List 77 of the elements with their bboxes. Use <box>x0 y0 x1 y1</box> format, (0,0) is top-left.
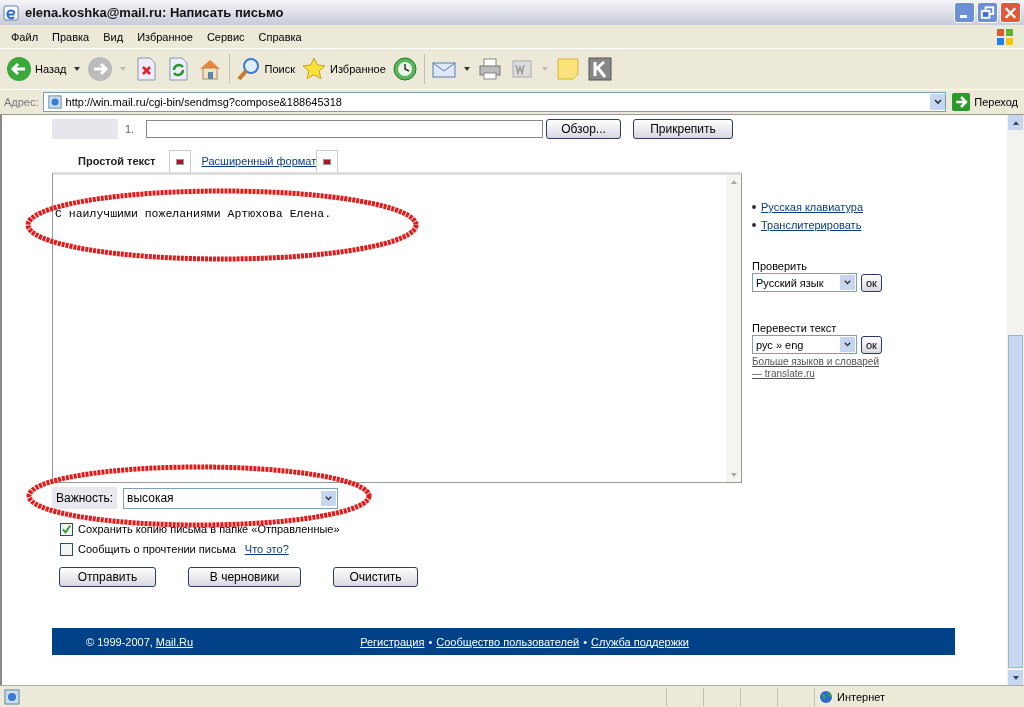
toggle-icon[interactable] <box>316 150 339 172</box>
brand-link[interactable]: Mail.Ru <box>155 635 194 648</box>
history-clock-icon[interactable] <box>391 56 418 82</box>
language-select[interactable]: Русский язык <box>752 273 857 292</box>
label-background <box>52 119 118 139</box>
footer-link[interactable]: Сообщество пользователей <box>436 635 580 648</box>
globe-icon <box>819 689 833 704</box>
address-field[interactable]: http://win.mail.ru/cgi-bin/sendmsg?compose&188645318 <box>42 92 947 112</box>
toggle-icon[interactable] <box>169 150 192 172</box>
windows-logo-icon <box>994 26 1016 47</box>
checkbox[interactable] <box>60 542 73 556</box>
separator-dot: • <box>428 635 433 648</box>
attachment-number: 1. <box>125 123 136 135</box>
menu-item[interactable]: Файл <box>4 28 46 45</box>
down-arrow-icon <box>1011 673 1020 682</box>
address-label: Адрес: <box>4 96 39 108</box>
scroll-down-button[interactable] <box>1008 670 1023 685</box>
more-languages-link[interactable]: Больше языков и словарей — translate.ru <box>752 356 887 380</box>
importance-label: Важность: <box>52 487 118 509</box>
help-link[interactable]: Что это? <box>244 543 289 555</box>
browse-button[interactable]: Обзор... <box>546 119 621 139</box>
caret-icon[interactable] <box>72 65 81 73</box>
message-text: С наилучшими пожеланиями Артюхова Елена. <box>55 207 332 220</box>
ok-button[interactable]: ок <box>861 335 882 354</box>
spellcheck-label: Проверить <box>752 260 808 272</box>
star-icon <box>301 56 327 82</box>
caret-icon[interactable] <box>462 65 471 73</box>
close-button[interactable] <box>1000 2 1021 23</box>
zone-label: Интернет <box>837 690 885 703</box>
restore-button[interactable] <box>977 2 998 23</box>
translation-select[interactable]: рус » eng <box>752 335 857 354</box>
bullet-icon <box>752 223 756 227</box>
footer-link[interactable]: Служба поддержки <box>591 635 689 648</box>
favorites-button[interactable]: Избранное <box>301 56 386 82</box>
footer-link[interactable]: Регистрация <box>360 635 425 648</box>
format-tab[interactable]: Расширенный формат <box>201 155 317 167</box>
importance-select[interactable]: высокая <box>123 487 339 509</box>
go-arrow-icon <box>952 93 971 111</box>
menu-item[interactable]: Вид <box>96 28 131 45</box>
action-button[interactable]: В черновики <box>188 567 301 587</box>
search-icon <box>235 56 262 82</box>
checkbox[interactable] <box>60 522 73 536</box>
page-icon <box>4 688 20 705</box>
option-label: Сообщить о прочтении письма <box>78 543 236 555</box>
copyright-text: © 1999-2007, <box>86 635 153 648</box>
translate-label: Перевести текст <box>752 322 838 334</box>
scroll-down-arrow-icon[interactable] <box>729 471 738 479</box>
action-button[interactable]: Отправить <box>59 567 156 587</box>
printer-icon[interactable] <box>476 56 503 82</box>
page-scrollbar[interactable] <box>1007 115 1024 685</box>
side-link[interactable]: Русская клавиатура <box>761 201 863 213</box>
side-link[interactable]: Транслитерировать <box>761 219 862 231</box>
back-button[interactable]: Назад <box>6 56 67 82</box>
separator-dot: • <box>583 635 588 648</box>
minimize-icon <box>959 15 967 18</box>
ok-button[interactable]: ок <box>861 273 882 292</box>
menu-item[interactable]: Избранное <box>130 28 200 45</box>
menu-item[interactable]: Правка <box>45 28 97 45</box>
go-button[interactable]: Переход <box>950 93 1020 111</box>
menu-item[interactable]: Сервис <box>199 28 252 45</box>
menu-item[interactable]: Справка <box>251 28 309 45</box>
window-title: elena.koshka@mail.ru: Написать письмо <box>25 5 284 20</box>
scroll-up-arrow-icon[interactable] <box>729 178 738 186</box>
scroll-up-button[interactable] <box>1008 115 1023 130</box>
k-logo-icon[interactable] <box>586 56 613 82</box>
action-button[interactable]: Очистить <box>333 567 418 587</box>
minimize-button[interactable] <box>954 2 975 23</box>
textarea-scrollbar[interactable] <box>726 175 741 482</box>
format-tab[interactable]: Простой текст <box>78 155 156 167</box>
page-icon <box>47 95 62 109</box>
option-label: Сохранить копию письма в папке «Отправленные» <box>78 523 340 535</box>
message-textarea[interactable]: С наилучшими пожеланиями Артюхова Елена. <box>52 172 742 483</box>
search-button[interactable]: Поиск <box>235 56 295 82</box>
file-path-field[interactable] <box>146 120 543 138</box>
bullet-icon <box>752 205 756 209</box>
browser-icon <box>3 4 19 21</box>
attach-button[interactable]: Прикрепить <box>633 119 733 139</box>
